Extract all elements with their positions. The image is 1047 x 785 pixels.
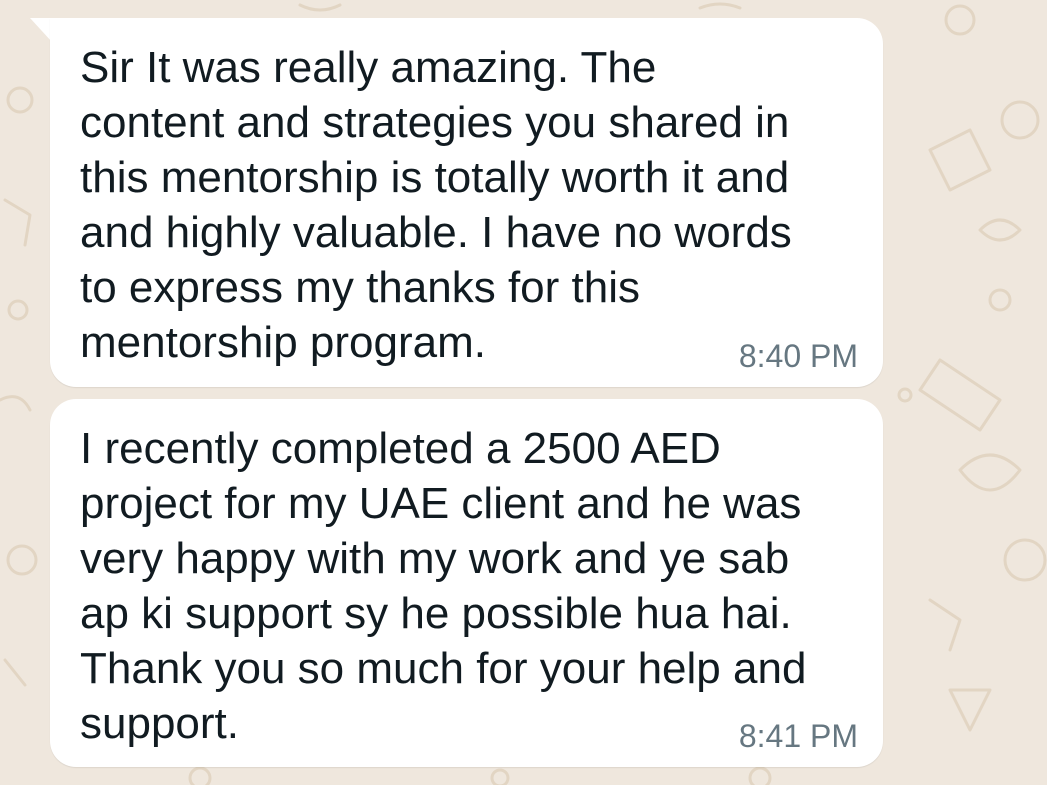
message-timestamp: 8:41 PM bbox=[738, 718, 858, 754]
message-bubble[interactable]: I recently completed a 2500 AED project … bbox=[50, 399, 883, 767]
message-text: I recently completed a 2500 AED project … bbox=[80, 424, 807, 748]
message-bubble[interactable]: Sir It was really amazing. The content a… bbox=[50, 18, 883, 387]
message-text: Sir It was really amazing. The content a… bbox=[80, 43, 792, 367]
bubble-tail bbox=[30, 18, 52, 42]
message-timestamp: 8:40 PM bbox=[738, 338, 858, 374]
